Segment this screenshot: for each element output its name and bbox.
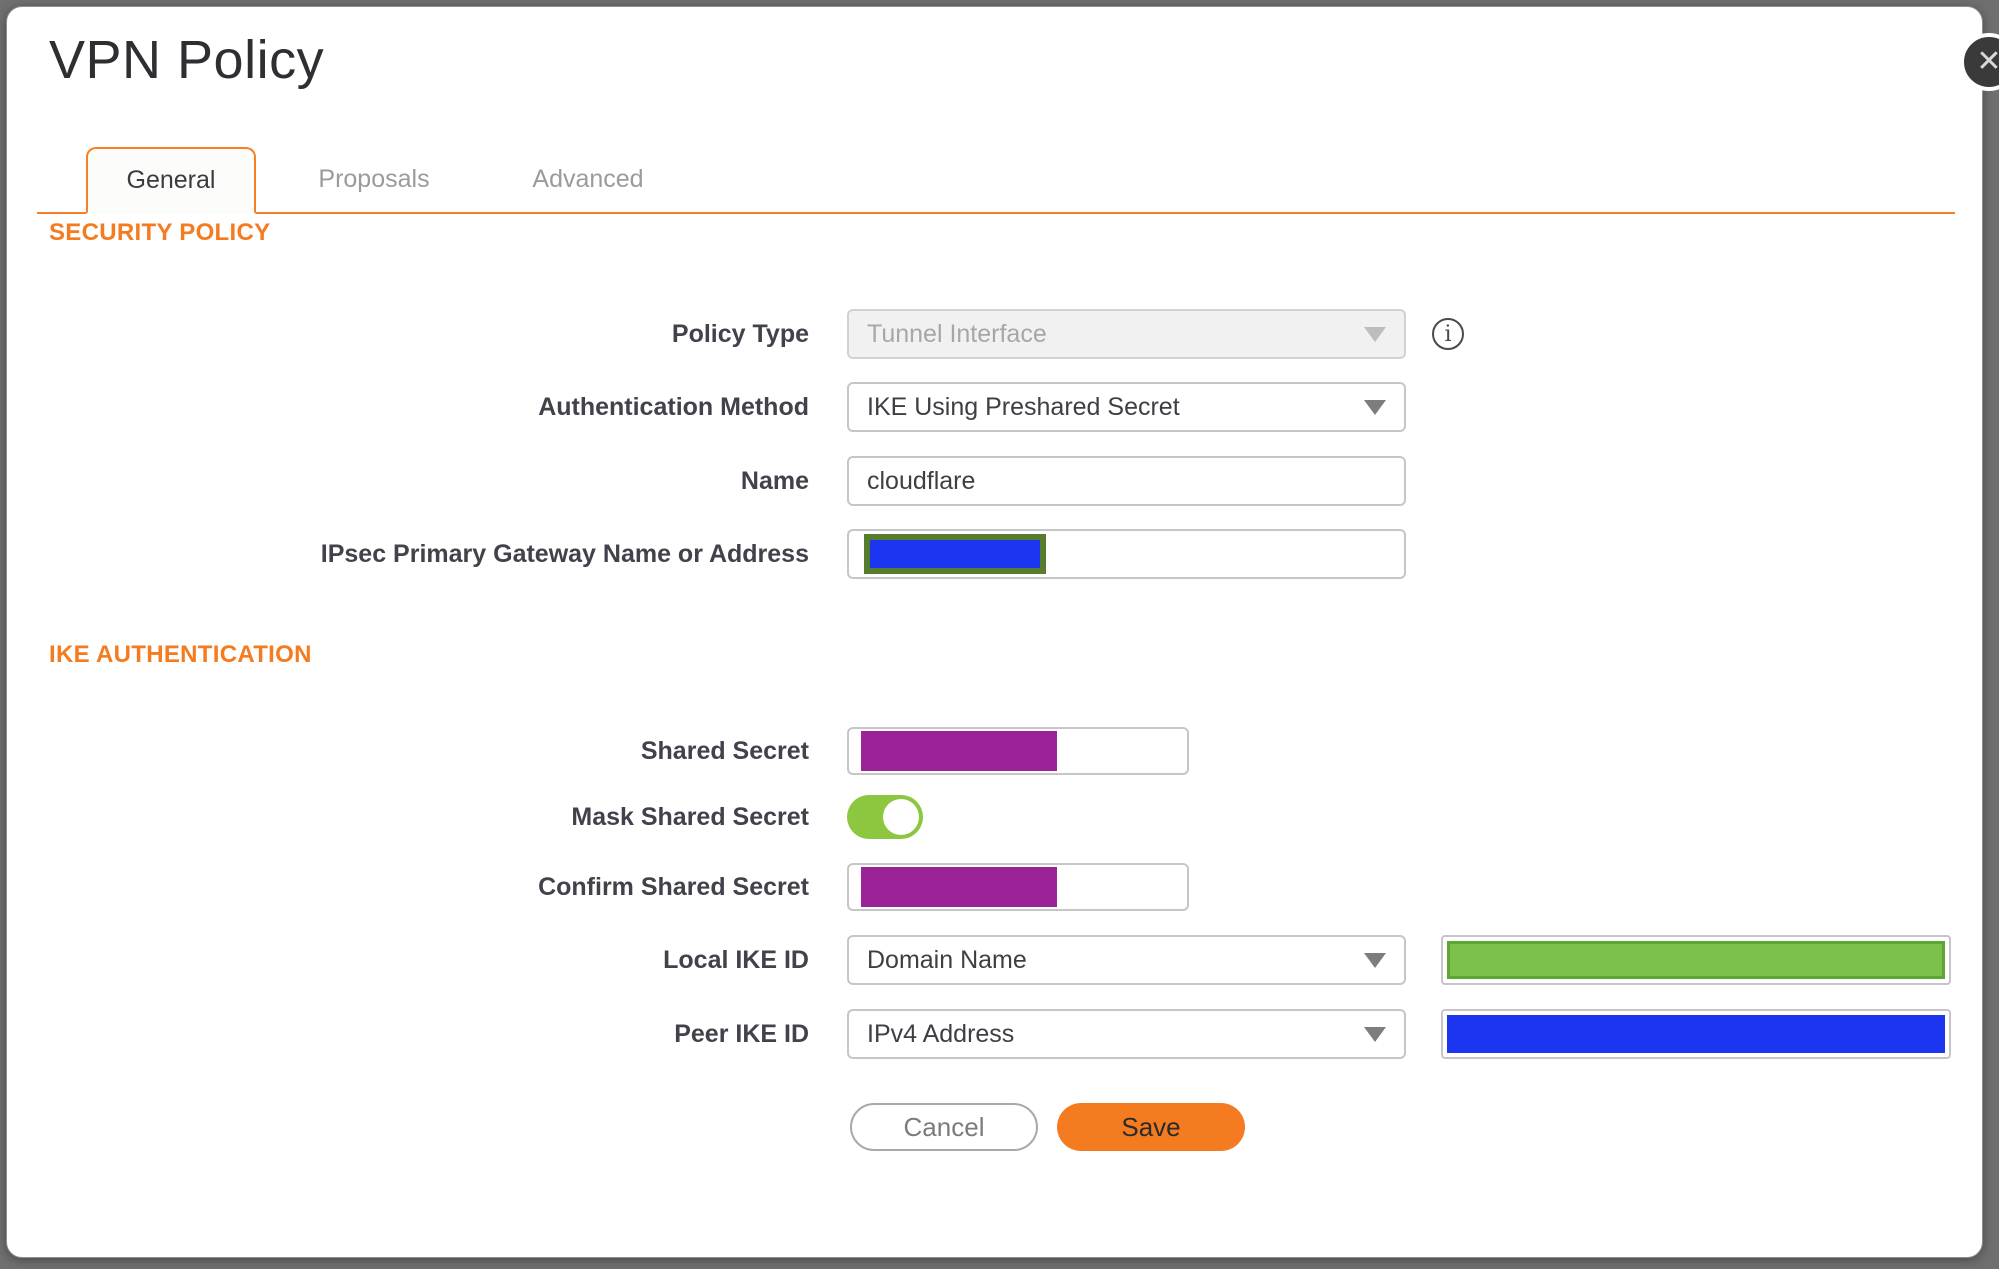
auth-method-value: IKE Using Preshared Secret [867, 392, 1180, 421]
tab-proposals[interactable]: Proposals [256, 147, 492, 212]
confirm-shared-secret-row: Confirm Shared Secret [7, 863, 1189, 911]
chevron-down-icon [1364, 399, 1386, 415]
gateway-redaction [864, 534, 1046, 574]
confirm-shared-secret-redaction [861, 867, 1057, 907]
mask-shared-secret-toggle[interactable] [847, 795, 923, 839]
cancel-button-label: Cancel [903, 1111, 985, 1142]
gateway-input[interactable] [847, 529, 1406, 579]
mask-shared-secret-label: Mask Shared Secret [571, 802, 809, 831]
policy-type-label: Policy Type [671, 319, 809, 348]
auth-method-select[interactable]: IKE Using Preshared Secret [847, 382, 1406, 432]
peer-ike-id-value: IPv4 Address [867, 1019, 1015, 1048]
name-row: Name cloudflare [7, 456, 1406, 506]
shared-secret-row: Shared Secret [7, 727, 1189, 775]
cancel-button[interactable]: Cancel [850, 1103, 1038, 1151]
ike-authentication-heading: IKE AUTHENTICATION [49, 641, 312, 668]
name-label: Name [740, 466, 809, 495]
peer-ike-id-row: Peer IKE ID IPv4 Address [7, 1009, 1951, 1059]
local-ike-id-select[interactable]: Domain Name [847, 935, 1406, 985]
close-glyph: ✕ [1976, 45, 1999, 78]
tab-advanced-label: Advanced [532, 165, 644, 193]
peer-ike-id-label: Peer IKE ID [674, 1019, 809, 1048]
tab-proposals-label: Proposals [318, 165, 430, 193]
local-ike-id-label: Local IKE ID [663, 945, 809, 974]
peer-ike-id-redaction [1447, 1015, 1945, 1053]
security-policy-heading: SECURITY POLICY [49, 219, 271, 246]
chevron-down-icon [1364, 326, 1386, 342]
confirm-shared-secret-input[interactable] [847, 863, 1189, 911]
name-value: cloudflare [867, 466, 976, 495]
save-button[interactable]: Save [1057, 1103, 1245, 1151]
mask-shared-secret-row: Mask Shared Secret [7, 795, 923, 839]
vpn-policy-dialog: ✕ VPN Policy General Proposals Advanced … [6, 6, 1999, 1258]
peer-ike-id-select[interactable]: IPv4 Address [847, 1009, 1406, 1059]
local-ike-id-redaction [1447, 941, 1945, 979]
policy-type-select: Tunnel Interface [847, 309, 1406, 359]
gateway-label: IPsec Primary Gateway Name or Address [320, 539, 809, 568]
chevron-down-icon [1364, 1026, 1386, 1042]
local-ike-id-input[interactable] [1441, 935, 1951, 985]
save-button-label: Save [1121, 1111, 1181, 1142]
tab-general[interactable]: General [86, 147, 256, 214]
info-icon[interactable]: i [1432, 318, 1464, 350]
tab-advanced[interactable]: Advanced [492, 147, 684, 212]
policy-type-value: Tunnel Interface [867, 319, 1047, 348]
auth-method-label: Authentication Method [538, 392, 809, 421]
tab-general-label: General [126, 166, 216, 194]
local-ike-id-value: Domain Name [867, 945, 1027, 974]
page-title: VPN Policy [49, 30, 325, 90]
close-icon[interactable]: ✕ [1960, 33, 1999, 91]
shared-secret-redaction [861, 731, 1057, 771]
shared-secret-input[interactable] [847, 727, 1189, 775]
local-ike-id-row: Local IKE ID Domain Name [7, 935, 1951, 985]
shared-secret-label: Shared Secret [640, 736, 809, 765]
peer-ike-id-input[interactable] [1441, 1009, 1951, 1059]
toggle-knob [883, 799, 919, 835]
confirm-shared-secret-label: Confirm Shared Secret [538, 872, 809, 901]
gateway-row: IPsec Primary Gateway Name or Address [7, 529, 1406, 579]
auth-method-row: Authentication Method IKE Using Preshare… [7, 382, 1406, 432]
chevron-down-icon [1364, 952, 1386, 968]
policy-type-row: Policy Type Tunnel Interface i [7, 309, 1464, 359]
name-input[interactable]: cloudflare [847, 456, 1406, 506]
tab-bar: General Proposals Advanced [37, 147, 1955, 214]
